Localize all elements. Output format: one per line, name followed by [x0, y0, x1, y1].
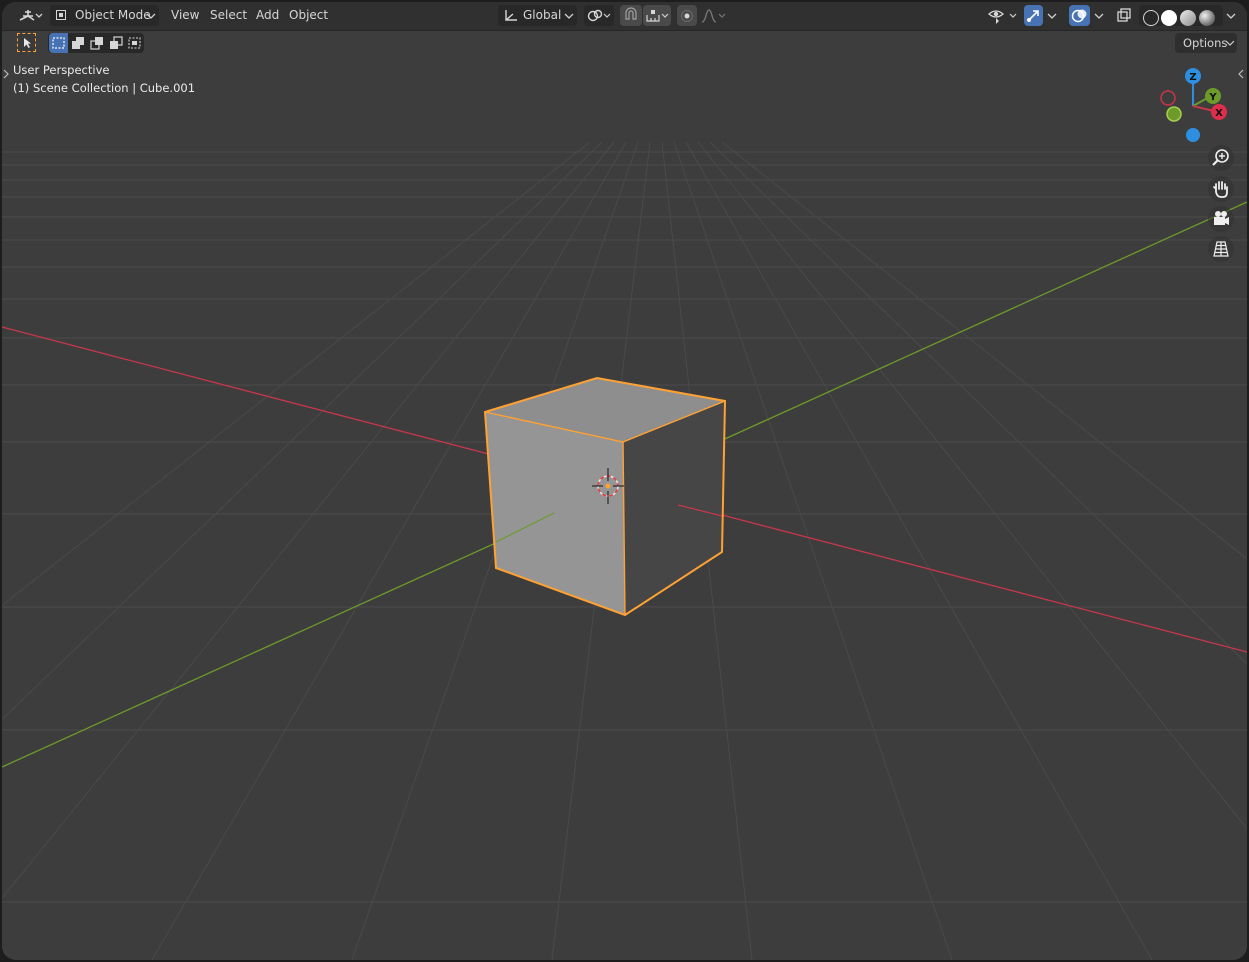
proportional-editing-toggle[interactable] — [677, 5, 697, 26]
selectability-visibility-selector[interactable] — [987, 5, 1021, 26]
snap-target-selector[interactable] — [643, 5, 671, 26]
select-box-tool-icon[interactable] — [17, 33, 36, 52]
negative-z-axis-handle[interactable] — [1186, 128, 1200, 142]
intersect-selection-button[interactable] — [126, 33, 144, 53]
toggle-perspective-button[interactable] — [1208, 236, 1234, 262]
zoom-button[interactable] — [1208, 145, 1234, 171]
transform-orientation-selector[interactable]: Global — [498, 5, 577, 26]
collection-info: (1) Scene Collection | Cube.001 — [13, 81, 196, 95]
snap-toggle[interactable] — [620, 5, 642, 26]
overlays-icon — [1071, 9, 1087, 23]
z-axis-label: Z — [1189, 72, 1196, 83]
set-new-selection-button[interactable] — [49, 33, 68, 53]
menu-select[interactable]: Select — [204, 5, 253, 26]
pan-button[interactable] — [1208, 176, 1234, 202]
blender-window: Object Mode View Select Add Object Globa… — [2, 2, 1247, 960]
chevron-down-icon — [564, 13, 574, 19]
mode-label: Object Mode — [75, 8, 151, 22]
negative-x-axis-handle[interactable] — [1160, 90, 1176, 106]
chevron-down-icon — [1047, 13, 1057, 19]
eye-pointer-icon — [988, 10, 1017, 24]
solid-shading-button[interactable] — [1161, 10, 1177, 26]
camera-view-button[interactable] — [1208, 206, 1234, 232]
mode-selector[interactable]: Object Mode — [50, 5, 159, 26]
chevron-down-icon — [1225, 40, 1235, 46]
gizmo-arrow-icon — [1027, 10, 1039, 22]
perspective-grid-icon — [1213, 241, 1229, 257]
proportional-dot-icon — [681, 10, 693, 22]
shading-mode-group — [1139, 5, 1223, 26]
options-dropdown[interactable]: Options — [1175, 33, 1237, 53]
menu-view[interactable]: View — [165, 5, 205, 26]
toolbar-expand-arrow-icon[interactable] — [2, 68, 10, 80]
camera-icon — [1214, 211, 1229, 225]
chevron-down-icon — [146, 13, 156, 19]
x-axis-label: X — [1215, 108, 1223, 119]
y-axis-label: Y — [1208, 92, 1217, 103]
rendered-shading-button[interactable] — [1199, 10, 1215, 26]
menu-add[interactable]: Add — [250, 5, 285, 26]
3d-viewport-icon — [19, 10, 43, 21]
gizmo-options-dropdown[interactable] — [1044, 5, 1062, 26]
3d-viewport[interactable] — [2, 2, 1247, 960]
falloff-curve-icon — [701, 9, 726, 23]
viewport-header: Object Mode View Select Add Object Globa… — [2, 2, 1247, 31]
extend-selection-button[interactable] — [69, 33, 87, 53]
navigation-gizmo[interactable]: Z Y X — [1154, 62, 1234, 146]
wireframe-shading-button[interactable] — [1143, 10, 1159, 26]
options-label: Options — [1183, 36, 1228, 50]
chevron-down-icon — [1094, 13, 1104, 19]
xray-icon — [1117, 8, 1131, 22]
selection-mode-group — [48, 33, 144, 53]
gizmo-toggle[interactable] — [1024, 5, 1043, 26]
sidebar-expand-arrow-icon[interactable] — [1237, 68, 1245, 80]
negative-y-axis-handle[interactable] — [1166, 106, 1182, 122]
falloff-selector[interactable] — [699, 5, 729, 26]
tool-settings-row: Options — [2, 31, 1247, 57]
orientation-axes-icon — [505, 10, 517, 21]
hand-icon — [1213, 181, 1228, 198]
editor-type-button[interactable] — [16, 5, 44, 26]
material-preview-button[interactable] — [1180, 10, 1196, 26]
overlays-options-dropdown[interactable] — [1091, 5, 1109, 26]
subtract-selection-button[interactable] — [88, 33, 106, 53]
chevron-down-icon — [1226, 13, 1236, 19]
pivot-point-selector[interactable] — [584, 5, 614, 26]
view-name: User Perspective — [13, 63, 110, 77]
object-mode-icon — [56, 10, 66, 20]
pivot-link-icon — [587, 9, 611, 22]
xray-toggle[interactable] — [1114, 5, 1134, 26]
snap-increment-icon — [646, 10, 669, 22]
shading-options-dropdown[interactable] — [1223, 5, 1241, 26]
zoom-magnifier-icon — [1212, 149, 1229, 166]
menu-object[interactable]: Object — [283, 5, 334, 26]
difference-selection-button[interactable] — [107, 33, 125, 53]
orientation-label: Global — [523, 8, 562, 22]
overlays-toggle[interactable] — [1069, 5, 1090, 26]
magnet-icon — [625, 7, 637, 20]
